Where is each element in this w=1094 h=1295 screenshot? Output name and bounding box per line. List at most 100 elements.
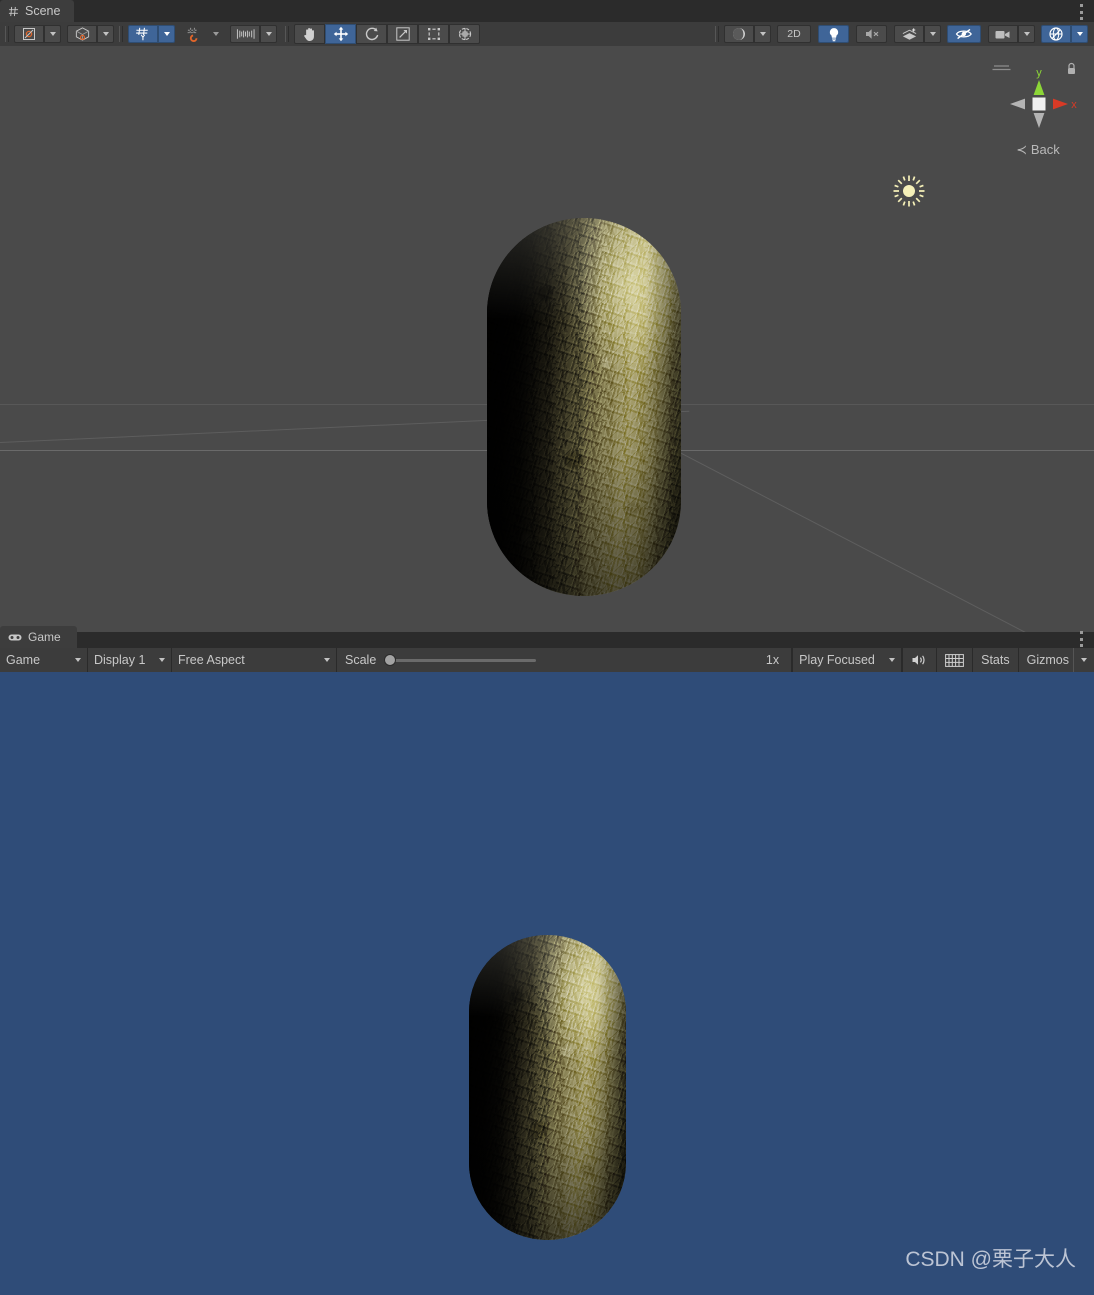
grid-snap-icon[interactable] bbox=[128, 25, 158, 43]
scene-viewport[interactable]: y x ≺ Back bbox=[0, 46, 1094, 632]
unity-editor-window: Scene 2D y x ≺ Back Game Game Display 1 … bbox=[0, 0, 1094, 1295]
shaded-sphere-icon[interactable] bbox=[724, 25, 754, 43]
2d-toggle-button[interactable]: 2D bbox=[777, 25, 811, 43]
scene-panel: Scene 2D y x ≺ Back bbox=[0, 0, 1094, 632]
toolbar-separator bbox=[119, 26, 123, 42]
grid-visibility-group[interactable] bbox=[181, 25, 224, 43]
grid-magnet-icon[interactable] bbox=[181, 25, 207, 43]
pivot-mode-dropdown[interactable] bbox=[44, 25, 61, 43]
game-view-mode-dropdown[interactable]: Game bbox=[0, 648, 88, 672]
stats-button[interactable]: Stats bbox=[972, 648, 1018, 672]
stats-grid-icon[interactable] bbox=[936, 648, 972, 672]
gizmos-label: Gizmos bbox=[1026, 653, 1069, 667]
game-view-mode-label: Game bbox=[6, 653, 41, 667]
toolbar-separator bbox=[5, 26, 9, 42]
scene-fx-dropdown[interactable] bbox=[924, 25, 941, 43]
chevron-down-icon bbox=[265, 32, 272, 36]
toolbar-separator bbox=[285, 26, 289, 42]
scene-toolbar: 2D bbox=[0, 22, 1094, 47]
capsule-object-game bbox=[469, 935, 626, 1240]
chevron-down-icon bbox=[1076, 32, 1083, 36]
scale-icon[interactable] bbox=[387, 24, 418, 44]
pivot-mode-group[interactable] bbox=[14, 25, 61, 43]
toolbar-separator bbox=[715, 26, 719, 42]
capsule-vertical-shadow bbox=[469, 935, 626, 1240]
scene-tabbar: Scene bbox=[0, 0, 1094, 22]
pivot-center-icon[interactable] bbox=[14, 25, 44, 43]
kebab-dot bbox=[1079, 644, 1083, 647]
hidden-eye-icon[interactable] bbox=[947, 25, 981, 43]
watermark-text: CSDN @栗子大人 bbox=[905, 1248, 1076, 1271]
directional-light-sun-icon[interactable] bbox=[892, 174, 926, 208]
handle-rotation-dropdown[interactable] bbox=[97, 25, 114, 43]
capsule-object-scene[interactable] bbox=[487, 218, 681, 596]
chevron-down-icon bbox=[759, 32, 766, 36]
chevron-down-icon bbox=[1023, 32, 1030, 36]
tab-scene[interactable]: Scene bbox=[0, 0, 75, 22]
grid-snapping-dropdown[interactable] bbox=[158, 25, 175, 43]
draw-mode-dropdown[interactable] bbox=[754, 25, 771, 43]
game-viewport[interactable]: CSDN @栗子大人 bbox=[0, 672, 1094, 1295]
tab-game[interactable]: Game bbox=[0, 626, 77, 648]
gizmos-group[interactable] bbox=[1041, 25, 1088, 43]
game-gizmos-dropdown[interactable] bbox=[1073, 648, 1094, 672]
handle-rotation-group[interactable] bbox=[67, 25, 114, 43]
kebab-dot bbox=[1079, 631, 1083, 634]
aspect-dropdown[interactable]: Free Aspect bbox=[172, 648, 337, 672]
chevron-down-icon bbox=[49, 32, 56, 36]
draw-mode-group[interactable] bbox=[724, 25, 771, 43]
gizmos-globe-icon[interactable] bbox=[1041, 25, 1071, 43]
camera-icon[interactable] bbox=[988, 25, 1018, 43]
gizmo-view-label-row[interactable]: ≺ Back bbox=[990, 142, 1086, 158]
hand-icon[interactable] bbox=[294, 24, 325, 44]
rect-transform-icon[interactable] bbox=[418, 24, 449, 44]
move-icon[interactable] bbox=[325, 24, 356, 44]
transform-icon[interactable] bbox=[449, 24, 480, 44]
chevron-down-icon bbox=[102, 32, 109, 36]
gamepad-icon bbox=[8, 633, 22, 642]
kebab-dot bbox=[1079, 637, 1083, 641]
chevron-down-icon bbox=[889, 658, 896, 662]
grid-snapping-group[interactable] bbox=[128, 25, 175, 43]
chevron-down-icon bbox=[75, 658, 81, 662]
game-gizmos-button[interactable]: Gizmos bbox=[1017, 648, 1073, 672]
kebab-dot bbox=[1079, 4, 1083, 7]
snap-increment-group[interactable] bbox=[230, 25, 277, 43]
capsule-vertical-shadow bbox=[487, 218, 681, 596]
scene-fx-group[interactable] bbox=[894, 25, 941, 43]
kebab-dot bbox=[1079, 17, 1083, 20]
game-panel: Game Game Display 1 Free Aspect Scale 1x… bbox=[0, 626, 1094, 1295]
scene-menu-button[interactable] bbox=[1074, 3, 1088, 21]
gizmos-dropdown[interactable] bbox=[1071, 25, 1088, 43]
kebab-dot bbox=[1079, 10, 1083, 14]
display-dropdown[interactable]: Display 1 bbox=[88, 648, 172, 672]
fx-icon[interactable] bbox=[894, 25, 924, 43]
lightbulb-icon[interactable] bbox=[818, 25, 849, 43]
scene-camera-group[interactable] bbox=[988, 25, 1035, 43]
rotate-icon[interactable] bbox=[356, 24, 387, 44]
display-label: Display 1 bbox=[94, 653, 146, 667]
snap-increment-icon[interactable] bbox=[230, 25, 260, 43]
grid-visibility-dropdown[interactable] bbox=[207, 25, 224, 43]
scale-slider-track[interactable] bbox=[384, 654, 537, 666]
chevron-left-icon: ≺ bbox=[1016, 142, 1028, 157]
grid-line-diagonal bbox=[675, 450, 1093, 632]
aspect-label: Free Aspect bbox=[178, 653, 245, 667]
tab-game-label: Game bbox=[28, 630, 61, 644]
audio-speaker-icon[interactable] bbox=[902, 648, 936, 672]
scale-slider-group[interactable]: Scale 1x bbox=[337, 648, 793, 672]
scale-slider-handle[interactable] bbox=[384, 654, 397, 666]
scene-camera-dropdown[interactable] bbox=[1018, 25, 1035, 43]
gizmo-view-label: Back bbox=[1030, 142, 1060, 157]
svg-text:x: x bbox=[1071, 99, 1077, 111]
svg-text:y: y bbox=[1036, 67, 1042, 79]
play-mode-label: Play Focused bbox=[799, 653, 875, 667]
snap-increment-dropdown[interactable] bbox=[260, 25, 277, 43]
scene-orientation-gizmo[interactable]: y x ≺ Back bbox=[990, 56, 1086, 160]
game-menu-button[interactable] bbox=[1074, 630, 1088, 648]
2d-toggle-label: 2D bbox=[787, 28, 801, 40]
global-handle-icon[interactable] bbox=[67, 25, 97, 43]
audio-mute-icon[interactable] bbox=[856, 25, 887, 43]
chevron-down-icon bbox=[1081, 658, 1087, 662]
play-mode-dropdown[interactable]: Play Focused bbox=[792, 648, 903, 672]
